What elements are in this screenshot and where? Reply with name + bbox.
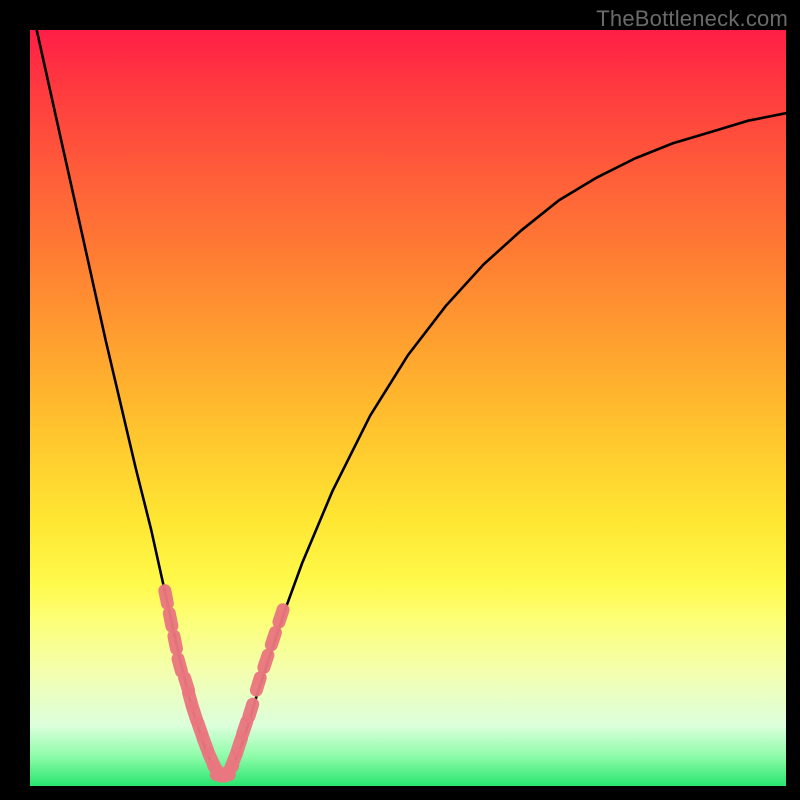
curve-marker	[248, 670, 268, 699]
watermark-text: TheBottleneck.com	[596, 6, 788, 32]
curve-layer	[30, 30, 786, 786]
curve-marker	[241, 696, 261, 725]
curve-marker	[166, 628, 184, 656]
curve-marker	[256, 647, 277, 676]
curve-marker	[263, 624, 284, 653]
curve-marker	[271, 602, 292, 631]
curve-marker	[157, 583, 175, 611]
curve-marker	[162, 606, 180, 634]
bottleneck-curve	[30, 0, 786, 775]
outer-frame: TheBottleneck.com	[0, 0, 800, 800]
